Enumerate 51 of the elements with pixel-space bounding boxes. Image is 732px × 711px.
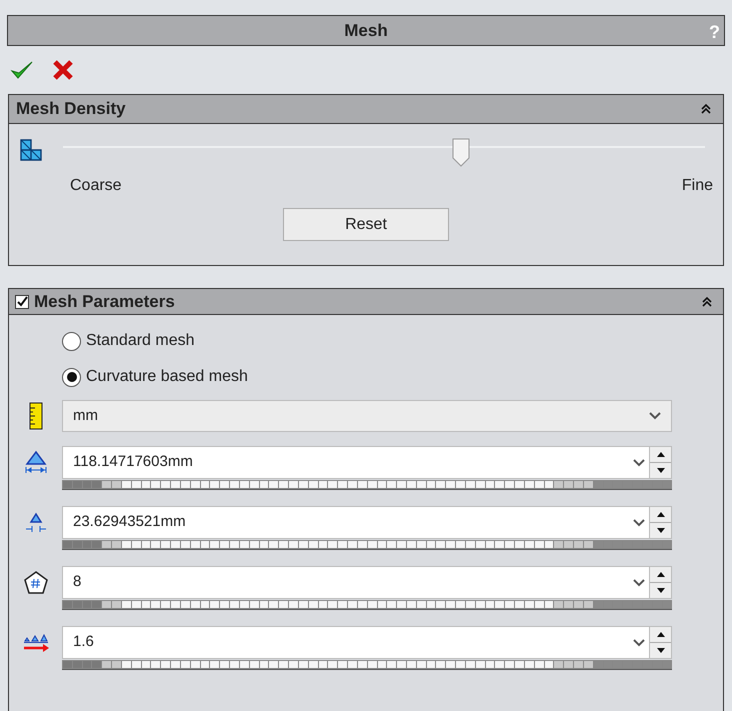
section-checkbox[interactable] <box>15 294 29 308</box>
thumbwheel[interactable] <box>62 660 672 670</box>
slider-thumb[interactable] <box>452 138 470 168</box>
triangle-width-icon <box>22 450 48 476</box>
arrow-up-icon <box>656 512 664 517</box>
reset-button[interactable]: Reset <box>283 208 449 241</box>
radio-button[interactable] <box>62 368 81 386</box>
radio-button[interactable] <box>62 332 81 350</box>
section-title: Mesh Density <box>16 98 126 120</box>
arrow-down-icon <box>656 588 664 593</box>
chevron-down-icon <box>649 412 661 420</box>
close-icon[interactable] <box>52 59 74 81</box>
ruler-icon <box>28 402 42 430</box>
chevron-down-icon[interactable] <box>633 458 645 466</box>
thumbwheel[interactable] <box>62 480 672 490</box>
collapse-icon[interactable] <box>701 296 713 308</box>
density-slider[interactable] <box>63 138 705 168</box>
spin-down-button[interactable] <box>650 583 671 598</box>
window-title: Mesh <box>344 20 388 42</box>
coarse-label: Coarse <box>70 176 122 196</box>
chevron-down-icon[interactable] <box>633 578 645 586</box>
arrow-up-icon <box>656 632 664 637</box>
arrow-up-icon <box>656 572 664 577</box>
spin-down-button[interactable] <box>650 523 671 538</box>
arrow-down-icon <box>656 648 664 653</box>
growth-ratio-icon <box>22 632 50 654</box>
spin-up-button[interactable] <box>650 447 671 463</box>
spin-up-button[interactable] <box>650 627 671 643</box>
unit-dropdown[interactable]: mm <box>62 400 672 432</box>
section-title: Mesh Parameters <box>34 290 175 313</box>
arrow-down-icon <box>656 468 664 473</box>
spin-up-button[interactable] <box>650 567 671 583</box>
collapse-icon[interactable] <box>700 103 712 115</box>
spin-down-button[interactable] <box>650 643 671 658</box>
pentagon-number-icon <box>22 570 48 596</box>
spin-up-button[interactable] <box>650 507 671 523</box>
thumbwheel[interactable] <box>62 540 672 550</box>
fine-label: Fine <box>682 176 713 196</box>
value-field[interactable]: 118.14717603mm <box>62 446 650 479</box>
checkmark-icon[interactable] <box>10 59 34 81</box>
value-field[interactable]: 23.62943521mm <box>62 506 650 539</box>
chevron-down-icon[interactable] <box>633 518 645 526</box>
radio-label: Curvature based mesh <box>86 367 248 387</box>
radio-label: Standard mesh <box>86 331 195 351</box>
arrow-up-icon <box>656 452 664 457</box>
value-field[interactable]: 8 <box>62 566 650 599</box>
spin-down-button[interactable] <box>650 463 671 478</box>
chevron-down-icon[interactable] <box>633 638 645 646</box>
thumbwheel[interactable] <box>62 600 672 610</box>
value-field[interactable]: 1.6 <box>62 626 650 659</box>
arrow-down-icon <box>656 528 664 533</box>
